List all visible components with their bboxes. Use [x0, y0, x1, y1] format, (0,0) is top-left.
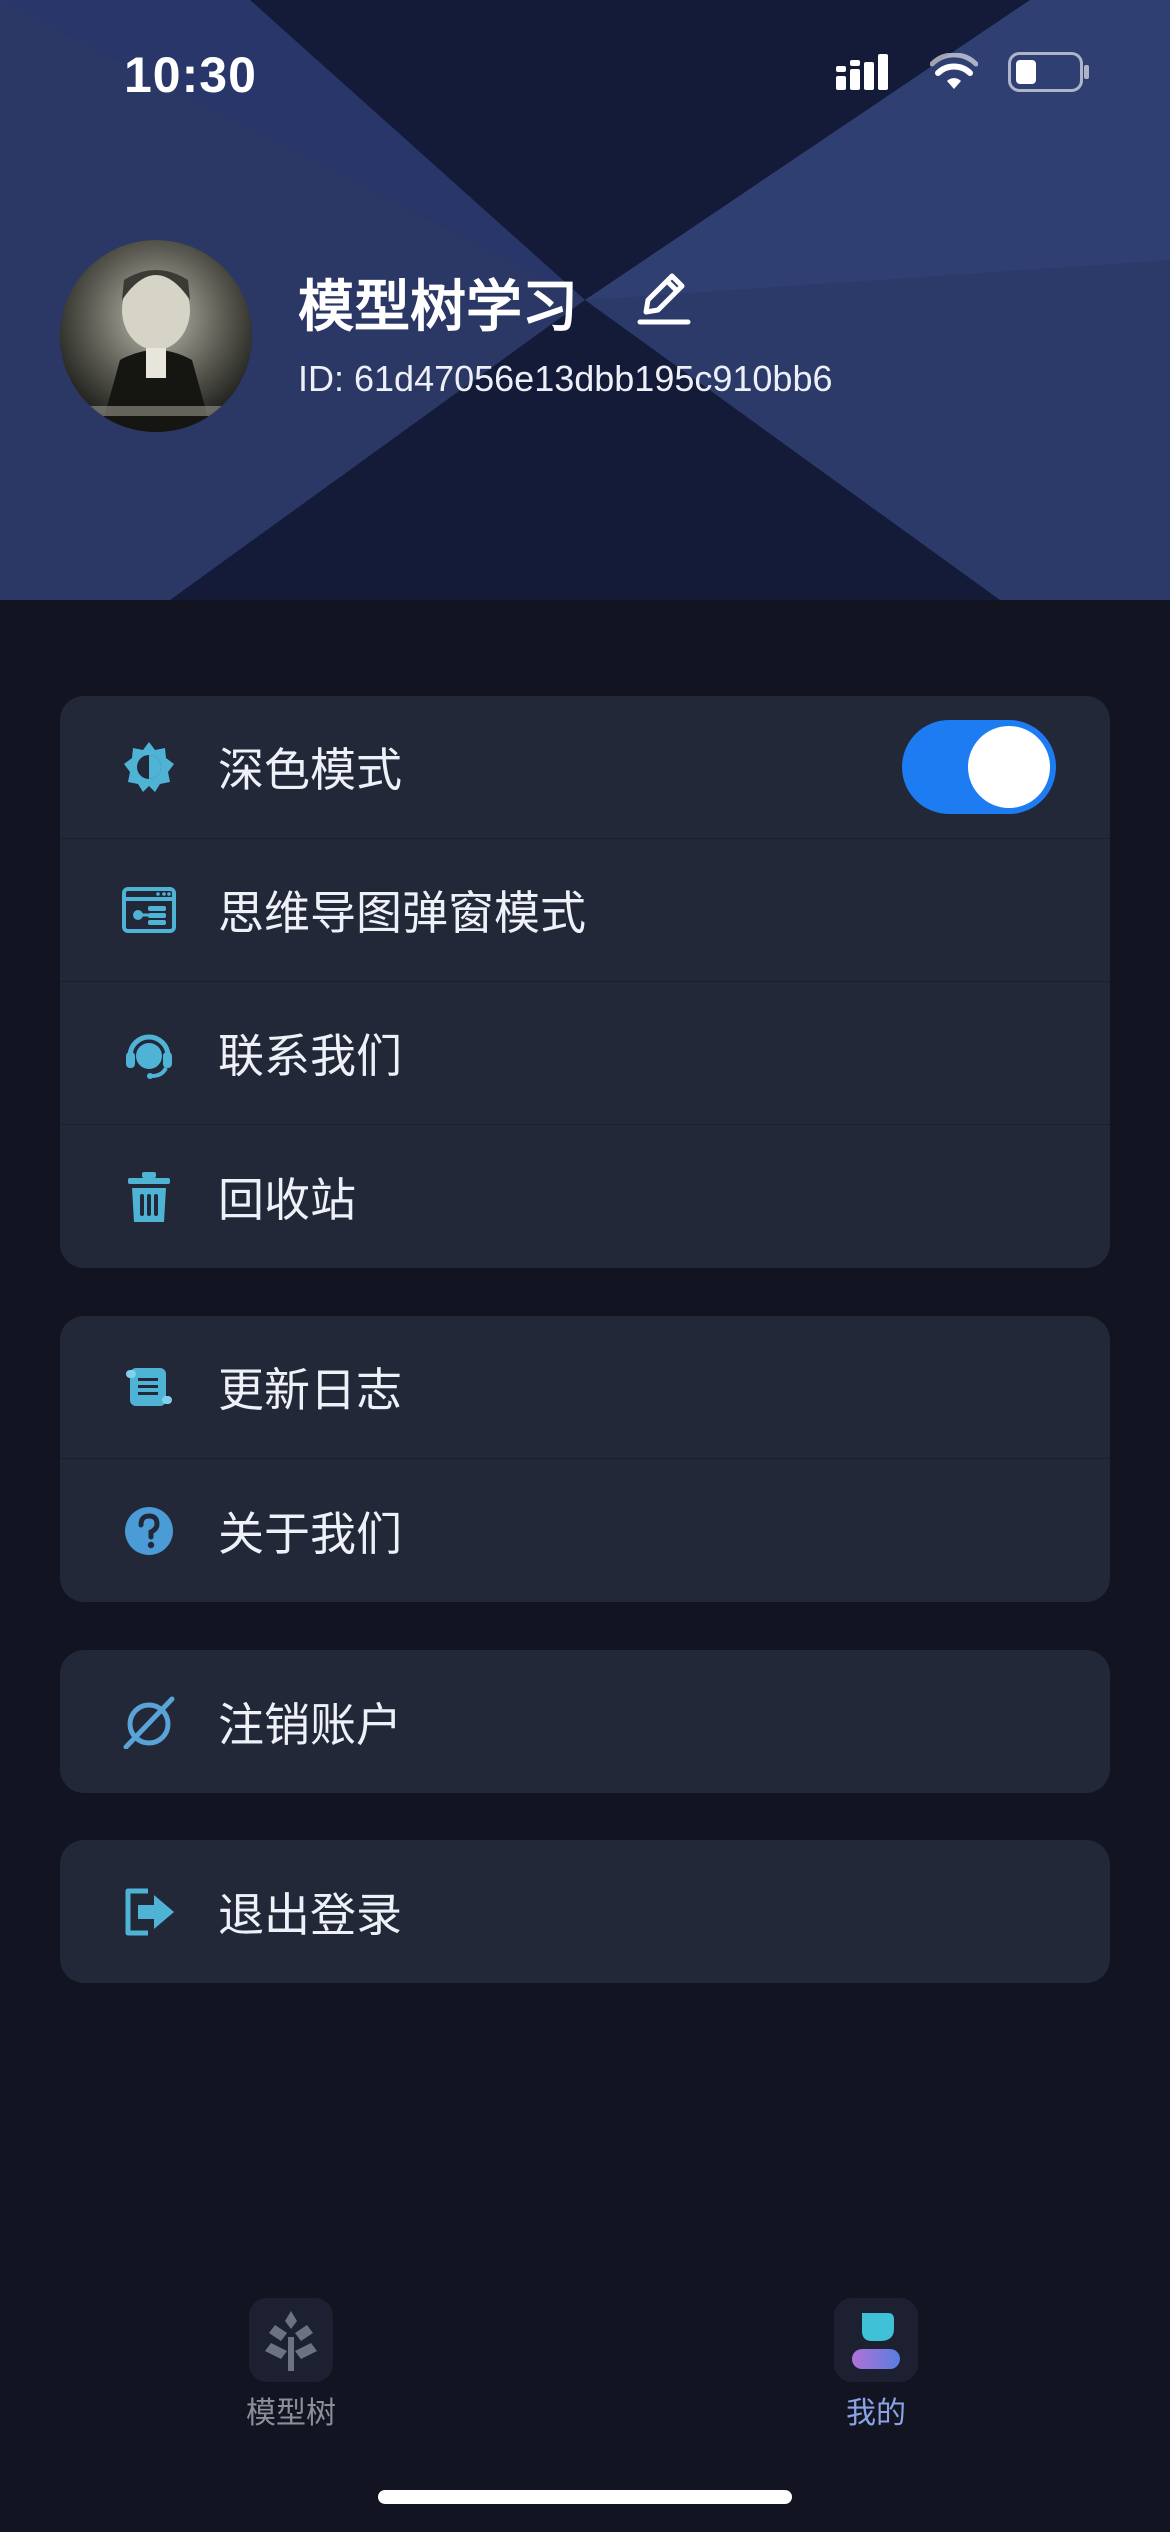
battery-icon [1008, 52, 1089, 92]
headset-icon [126, 1034, 172, 1079]
menu-item-recycle-bin[interactable]: 回收站 [60, 1125, 1110, 1268]
avatar[interactable] [60, 240, 252, 432]
question-icon [125, 1506, 173, 1555]
avatar-image [60, 240, 252, 432]
dark-mode-toggle[interactable] [902, 720, 1056, 814]
wifi-icon [930, 53, 978, 89]
profile-header: 10:30 模型树学习 ID: 61d47056e13dbb195c910bb6 [0, 0, 1170, 600]
profile-id: ID: 61d47056e13dbb195c910bb6 [298, 358, 833, 399]
logout-icon [125, 1888, 174, 1935]
tree-icon [249, 2298, 333, 2382]
edit-icon[interactable] [632, 266, 694, 328]
settings-card-info: 更新日志 关于我们 [60, 1316, 1110, 1602]
menu-item-contact-us[interactable]: 联系我们 [60, 982, 1110, 1125]
menu-item-label: 深色模式 [218, 743, 402, 797]
dark-mode-icon [124, 742, 174, 792]
settings-card-main: 深色模式 思维导图弹窗模式 联系我们 回收站 [60, 696, 1110, 1268]
menu-item-about-us[interactable]: 关于我们 [60, 1459, 1110, 1602]
menu-item-label: 联系我们 [218, 1029, 402, 1083]
tab-model-tree[interactable]: 模型树 [211, 2298, 371, 2432]
profile-name: 模型树学习 [298, 275, 578, 340]
menu-item-label: 更新日志 [218, 1363, 402, 1417]
menu-item-changelog[interactable]: 更新日志 [60, 1316, 1110, 1459]
tab-label: 我的 [846, 2396, 906, 2431]
menu-item-label: 回收站 [218, 1172, 356, 1227]
status-time: 10:30 [124, 47, 257, 103]
menu-item-delete-account[interactable]: 注销账户 [60, 1650, 1110, 1793]
trash-icon [128, 1171, 170, 1222]
tab-label: 模型树 [246, 2396, 336, 2431]
home-indicator[interactable] [378, 2490, 792, 2504]
settings-card-logout: 退出登录 [60, 1840, 1110, 1983]
menu-item-label: 关于我们 [218, 1506, 402, 1561]
menu-item-logout[interactable]: 退出登录 [60, 1840, 1110, 1983]
tab-mine[interactable]: 我的 [796, 2298, 956, 2432]
toggle-knob [968, 726, 1050, 808]
menu-item-mindmap-popup[interactable]: 思维导图弹窗模式 [60, 839, 1110, 982]
window-list-icon [122, 887, 176, 933]
status-icons [836, 52, 1090, 92]
menu-item-label: 退出登录 [218, 1887, 402, 1942]
menu-item-label: 思维导图弹窗模式 [218, 886, 586, 940]
settings-card-account: 注销账户 [60, 1650, 1110, 1793]
signal-icon [836, 54, 888, 90]
scroll-icon [126, 1368, 172, 1406]
person-icon [834, 2298, 918, 2382]
menu-item-dark-mode: 深色模式 [60, 696, 1110, 839]
prohibit-icon [123, 1696, 175, 1749]
menu-item-label: 注销账户 [218, 1697, 402, 1752]
